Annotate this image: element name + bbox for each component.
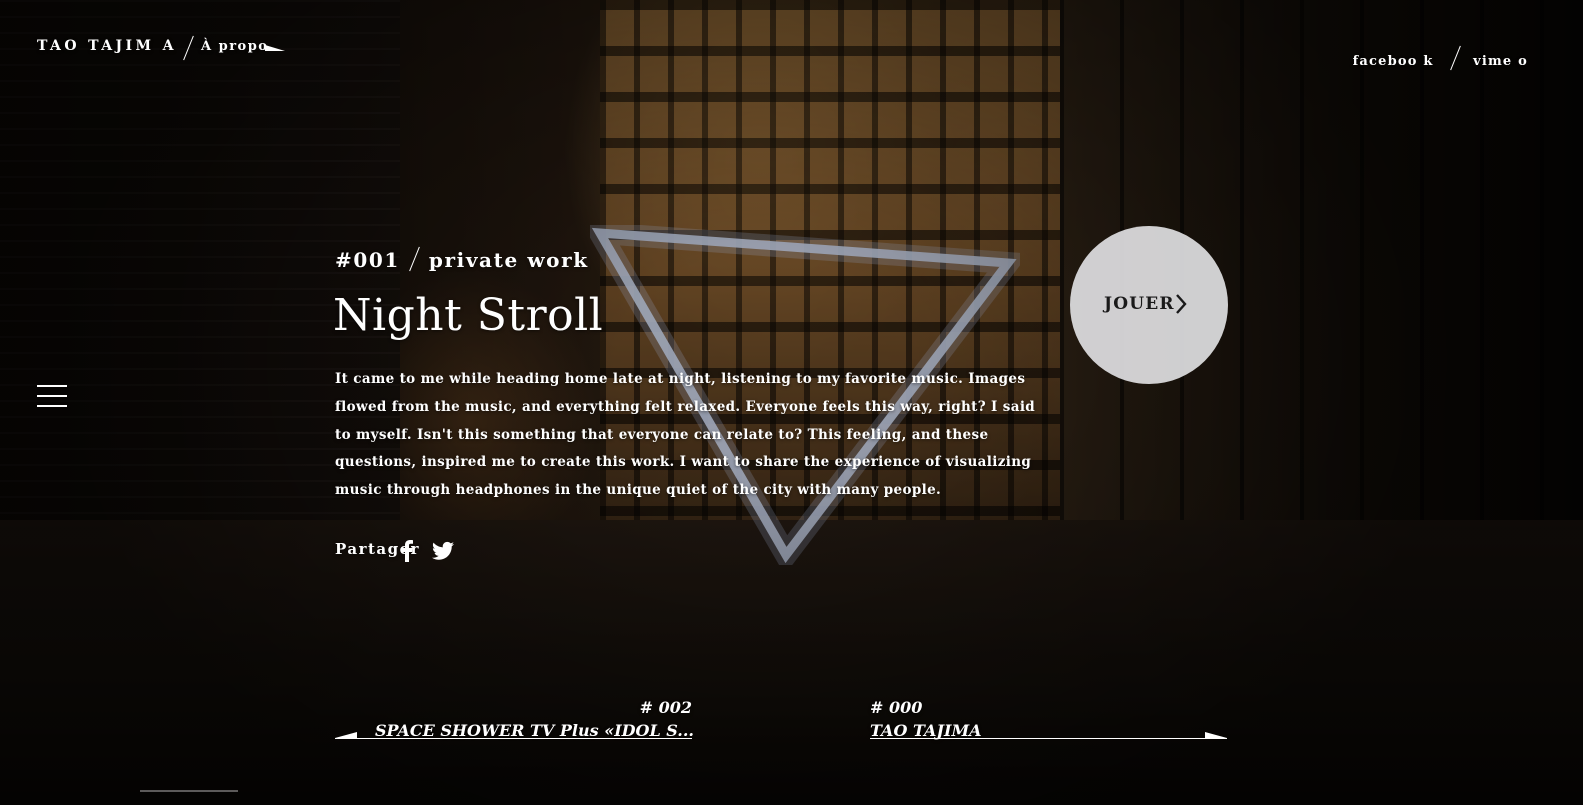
arrow-right-icon bbox=[265, 45, 285, 51]
work-meta: #001 private work bbox=[335, 246, 589, 272]
previous-work-number: # 002 bbox=[639, 698, 692, 717]
facebook-link[interactable]: faceboo k bbox=[1353, 54, 1434, 69]
work-title: Night Stroll bbox=[333, 290, 604, 341]
divider-slash bbox=[409, 246, 420, 272]
work-description: It came to me while heading home late at… bbox=[335, 371, 1036, 499]
chevron-right-icon bbox=[1176, 294, 1187, 314]
play-label: JOUER bbox=[1104, 294, 1175, 314]
divider-slash bbox=[1450, 45, 1462, 71]
twitter-icon[interactable] bbox=[432, 541, 454, 561]
work-number: #001 bbox=[335, 248, 400, 272]
brand-logo[interactable]: TAO TAJIM A bbox=[37, 38, 177, 54]
next-work-link[interactable]: # 000 TAO TAJIMA bbox=[870, 695, 1227, 745]
previous-work-link[interactable]: # 002 SPACE SHOWER TV Plus «IDOL S... bbox=[335, 695, 694, 745]
vimeo-link[interactable]: vime o bbox=[1473, 54, 1528, 69]
social-links: faceboo k vime o bbox=[1353, 39, 1528, 71]
about-link[interactable]: À propo bbox=[201, 39, 268, 54]
next-work-number: # 000 bbox=[870, 698, 923, 717]
divider-slash bbox=[183, 35, 194, 61]
hamburger-icon[interactable] bbox=[37, 385, 67, 409]
play-button[interactable]: JOUER bbox=[1070, 226, 1228, 384]
progress-indicator bbox=[140, 790, 238, 792]
arrow-left-icon bbox=[335, 732, 692, 739]
work-category: private work bbox=[428, 248, 589, 272]
top-bar: TAO TAJIM A À propo faceboo k vime o bbox=[37, 34, 1528, 71]
arrow-right-icon bbox=[870, 732, 1227, 739]
facebook-icon[interactable] bbox=[401, 540, 413, 562]
